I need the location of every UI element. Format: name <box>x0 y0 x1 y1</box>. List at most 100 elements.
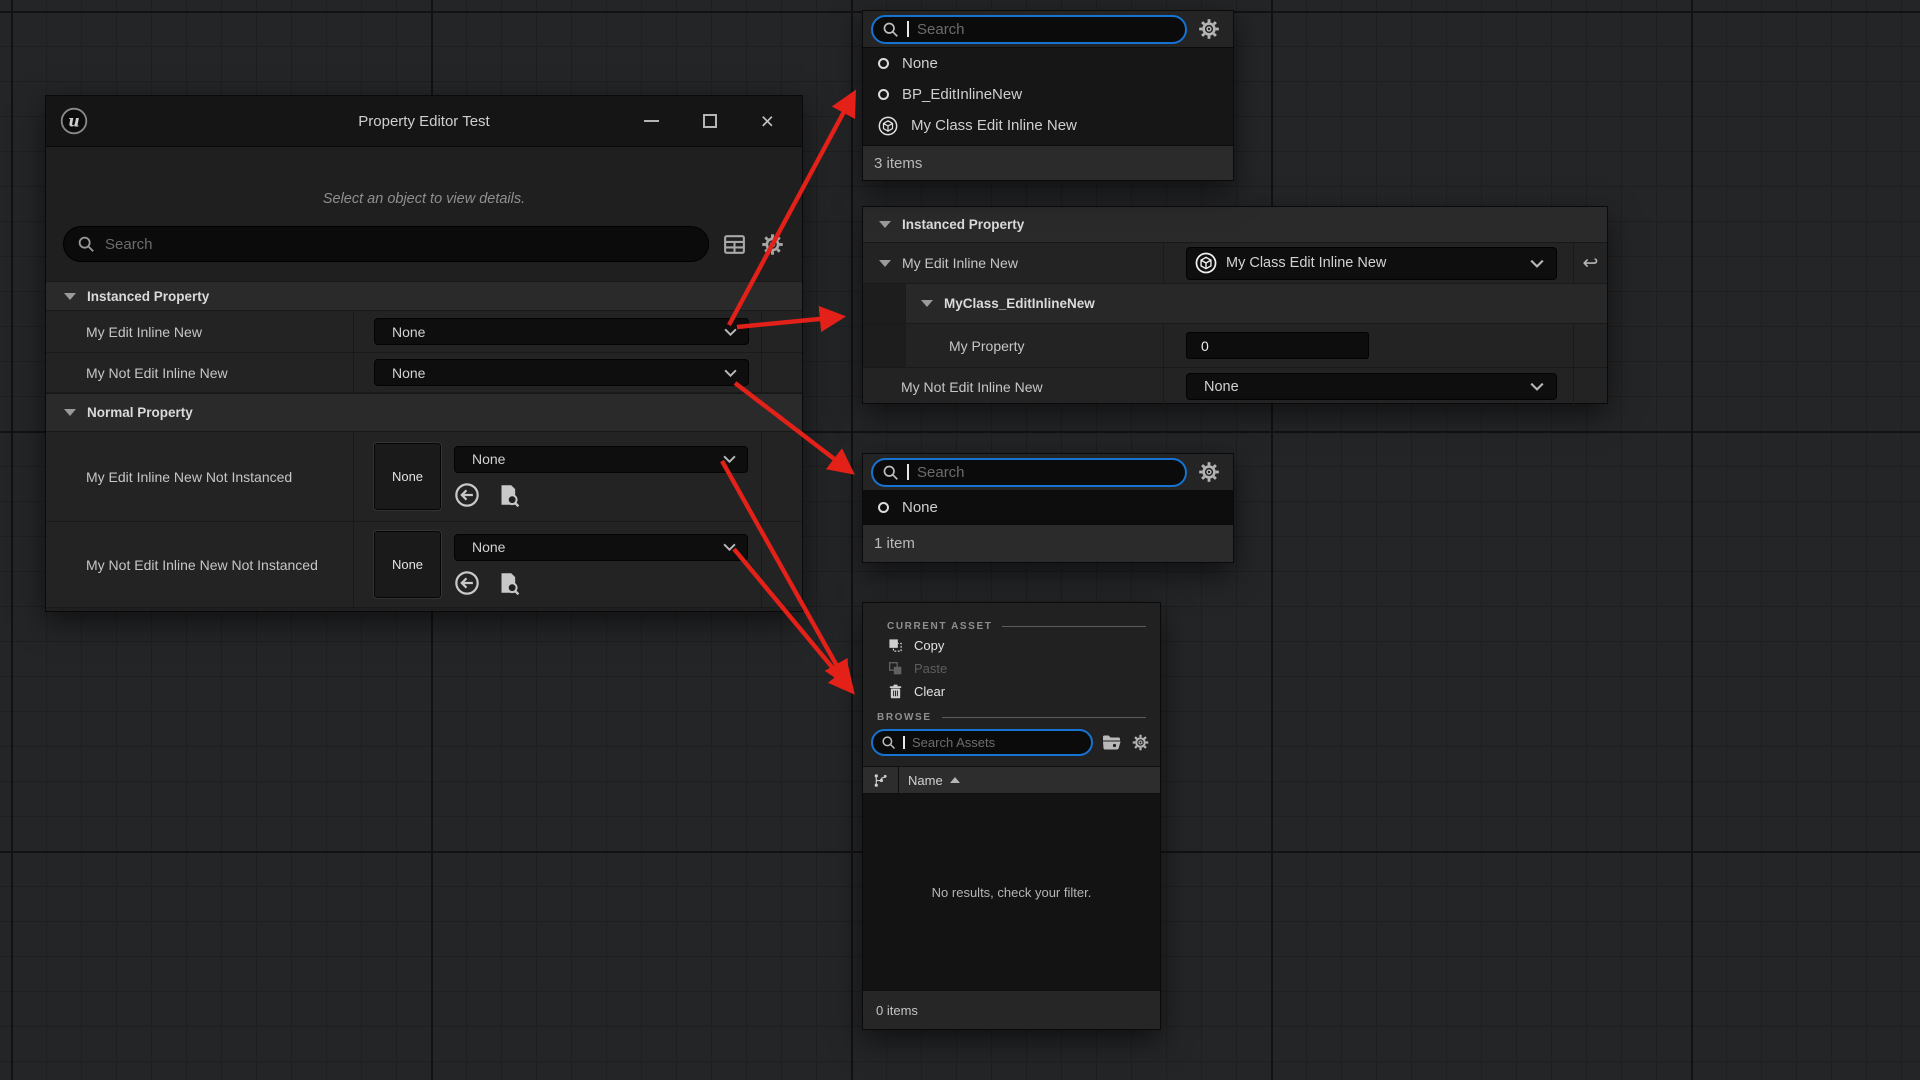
search-input[interactable]: Search <box>63 226 709 262</box>
column-header-label: Name <box>908 773 943 788</box>
expander-triangle-icon <box>879 221 891 228</box>
empty-results-text: No results, check your filter. <box>932 885 1092 900</box>
class-none-icon <box>878 58 889 69</box>
class-combo-my-edit-inline-new[interactable]: None <box>374 318 749 345</box>
asset-combo-not-edit-inline-new-not-instanced[interactable]: None <box>454 534 748 561</box>
property-label: My Property <box>949 338 1024 354</box>
search-icon <box>77 235 95 253</box>
combo-value: None <box>472 451 505 467</box>
menu-item-clear[interactable]: Clear <box>863 680 1160 703</box>
row-my-not-edit-inline-new: My Not Edit Inline New None <box>46 353 802 393</box>
text-caret <box>907 21 909 37</box>
maximize-icon[interactable] <box>703 114 717 128</box>
browse-section-label: BROWSE <box>877 712 932 723</box>
my-property-value-input[interactable]: 0 <box>1186 332 1369 359</box>
unreal-editor-desktop: { "colors": { "accent_blue": "#1673d2", … <box>0 0 1920 1080</box>
row-my-not-edit-inline-new-not-instanced: My Not Edit Inline New Not Instanced Non… <box>46 522 802 608</box>
class-option-none[interactable]: None <box>863 491 1233 524</box>
row-my-edit-inline-new: My Edit Inline New None <box>46 311 802 353</box>
class-option-label: BP_EditInlineNew <box>902 86 1022 103</box>
close-icon[interactable]: × <box>761 111 774 131</box>
list-view-options-button[interactable] <box>863 767 899 793</box>
settings-gear-icon[interactable] <box>1131 733 1150 752</box>
trash-icon <box>888 684 903 699</box>
sort-ascending-icon <box>950 777 960 783</box>
class-combo-selected[interactable]: My Class Edit Inline New <box>1186 247 1557 280</box>
class-option-label: None <box>902 55 938 72</box>
current-asset-section-label: CURRENT ASSET <box>887 621 992 632</box>
combo-value: None <box>392 365 425 381</box>
chevron-down-icon <box>724 369 737 377</box>
browse-to-asset-icon[interactable] <box>495 570 521 596</box>
class-option-my-class-edit-inline-new[interactable]: My Class Edit Inline New <box>863 110 1233 141</box>
search-icon <box>882 21 899 38</box>
combo-value: My Class Edit Inline New <box>1226 255 1386 271</box>
settings-gear-icon[interactable] <box>1197 460 1221 484</box>
menu-item-label: Paste <box>914 661 947 676</box>
column-header-name[interactable]: Name <box>899 773 960 788</box>
row-my-edit-inline-new-not-instanced: My Edit Inline New Not Instanced None No… <box>46 432 802 522</box>
use-selected-asset-icon[interactable] <box>454 570 480 596</box>
search-placeholder: Search <box>917 464 965 481</box>
class-search-input[interactable]: Search <box>871 15 1187 44</box>
class-option-none[interactable]: None <box>863 48 1233 79</box>
row-my-edit-inline-new: My Edit Inline New My Class Edit Inline … <box>863 243 1607 284</box>
combo-value: None <box>1195 379 1239 395</box>
text-caret <box>903 736 905 749</box>
class-combo-my-not-edit-inline-new[interactable]: None <box>374 359 749 386</box>
asset-thumbnail[interactable]: None <box>374 531 441 598</box>
property-label: My Not Edit Inline New <box>46 353 354 392</box>
section-divider <box>942 717 1146 718</box>
browse-to-asset-icon[interactable] <box>495 482 521 508</box>
menu-item-label: Copy <box>914 638 944 653</box>
section-divider <box>1002 626 1146 627</box>
property-label: My Edit Inline New <box>902 255 1018 271</box>
asset-combo-edit-inline-new-not-instanced[interactable]: None <box>454 446 748 473</box>
use-selected-asset-icon[interactable] <box>454 482 480 508</box>
chevron-down-icon <box>723 455 736 463</box>
property-editor-test-window: u Property Editor Test × Select an objec… <box>45 95 803 612</box>
category-instanced-property[interactable]: Instanced Property <box>863 207 1607 243</box>
item-count-footer: 3 items <box>863 145 1233 180</box>
class-option-label: My Class Edit Inline New <box>911 117 1077 134</box>
category-label: Instanced Property <box>87 289 209 304</box>
category-normal-property[interactable]: Normal Property <box>46 393 802 432</box>
search-placeholder: Search <box>917 21 965 38</box>
row-my-property: My Property 0 <box>863 324 1607 368</box>
menu-item-copy[interactable]: Copy <box>863 634 1160 657</box>
class-picker-menu-large: Search None BP_EditInlineNew <box>862 10 1234 181</box>
property-label: My Edit Inline New Not Instanced <box>46 432 354 521</box>
chevron-down-icon <box>1530 382 1544 391</box>
reset-to-default-icon[interactable]: ↩ <box>1583 252 1599 275</box>
category-instanced-property[interactable]: Instanced Property <box>46 281 802 311</box>
asset-picker-menu: CURRENT ASSET Copy Paste Clear BROWSE <box>862 602 1161 1030</box>
minimize-icon[interactable] <box>644 120 659 122</box>
menu-item-paste[interactable]: Paste <box>863 657 1160 680</box>
item-count-footer: 1 item <box>863 524 1233 562</box>
chevron-down-icon <box>723 543 736 551</box>
text-caret <box>907 464 909 480</box>
row-subobject-header[interactable]: MyClass_EditInlineNew <box>863 284 1607 324</box>
asset-results-list[interactable]: No results, check your filter. <box>863 794 1160 990</box>
asset-thumbnail[interactable]: None <box>374 443 441 510</box>
expander-triangle-icon[interactable] <box>879 260 891 267</box>
title-bar[interactable]: u Property Editor Test × <box>46 96 802 147</box>
class-picker-menu-small: Search None 1 item <box>862 453 1234 563</box>
class-option-bp-editinlinenew[interactable]: BP_EditInlineNew <box>863 79 1233 110</box>
class-option-label: None <box>902 499 938 516</box>
details-hint-text: Select an object to view details. <box>323 191 525 207</box>
class-search-input[interactable]: Search <box>871 458 1187 487</box>
class-cube-icon <box>1195 252 1217 274</box>
settings-gear-icon[interactable] <box>1197 17 1221 41</box>
row-my-not-edit-inline-new: My Not Edit Inline New None <box>863 368 1607 405</box>
details-panel-expanded: Instanced Property My Edit Inline New My… <box>862 206 1608 404</box>
expander-triangle-icon <box>64 409 76 416</box>
asset-search-input[interactable]: Search Assets <box>871 729 1093 756</box>
chevron-down-icon <box>724 328 737 336</box>
item-count-footer: 0 items <box>863 990 1160 1029</box>
display-filter-icon[interactable] <box>722 232 747 257</box>
folder-path-icon[interactable] <box>1102 734 1122 751</box>
menu-item-label: Clear <box>914 684 945 699</box>
class-combo-none[interactable]: None <box>1186 373 1557 400</box>
settings-gear-icon[interactable] <box>760 232 785 257</box>
